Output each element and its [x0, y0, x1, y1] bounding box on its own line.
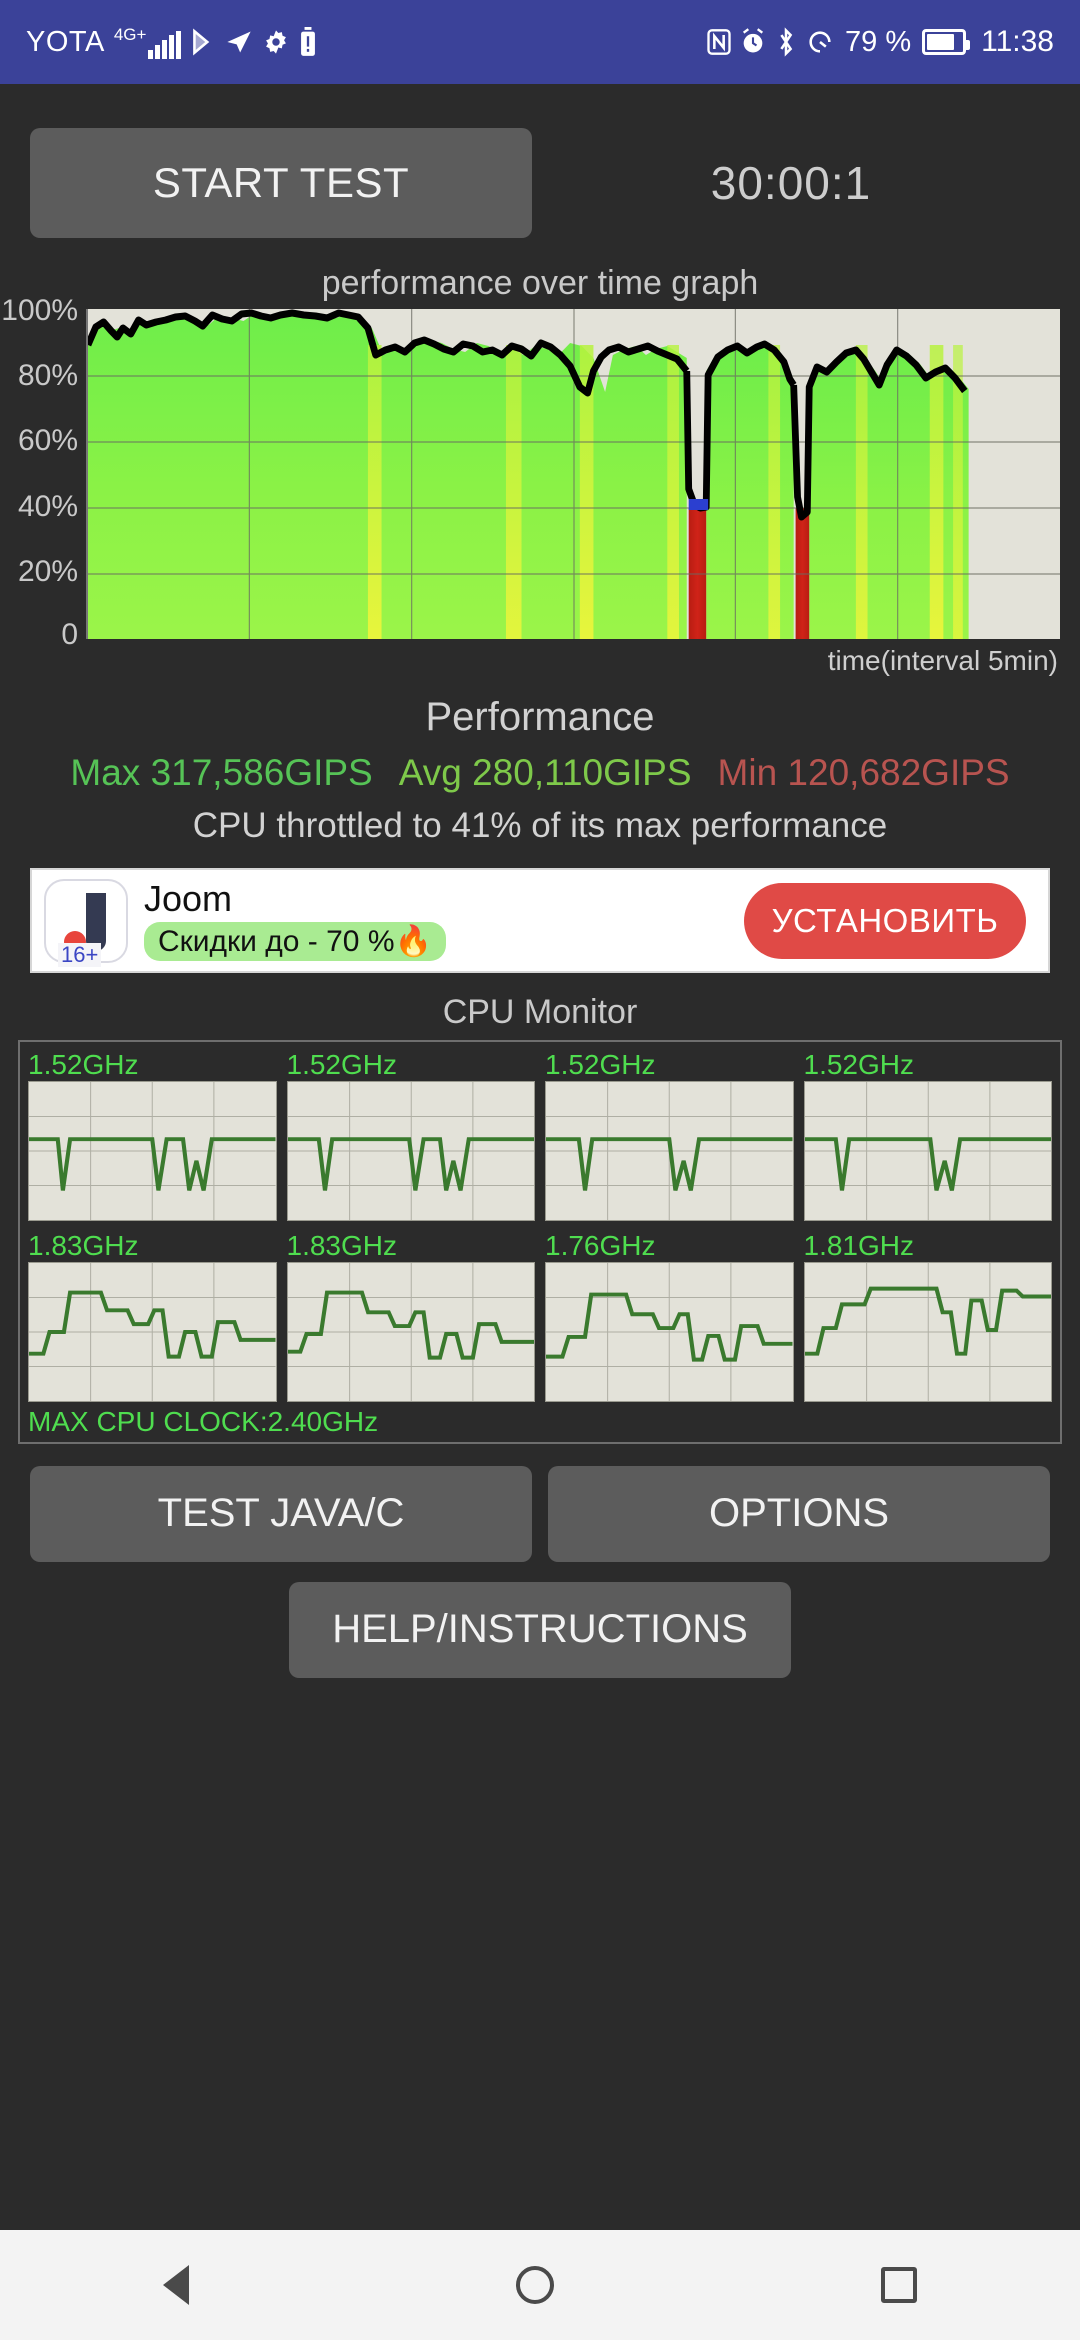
throttle-note: CPU throttled to 41% of its max performa… [192, 806, 888, 845]
cpu-core-plot [28, 1080, 277, 1221]
nfc-icon [707, 28, 731, 56]
cpu-core-plot [28, 1261, 277, 1402]
graph-plot-area [86, 309, 1060, 639]
carrier-label: YOTA [26, 25, 105, 58]
network-type-indicator: 4G+ [114, 26, 182, 59]
ad-banner[interactable]: 16+ Joom Скидки до - 70 %🔥 УСТАНОВИТЬ [30, 868, 1050, 973]
app-content: START TEST 30:00:1 performance over time… [0, 84, 1080, 1788]
options-button[interactable]: OPTIONS [548, 1465, 1050, 1562]
cpu-core-freq: 1.52GHz [803, 1049, 915, 1080]
cpu-core-7: 1.81GHz [803, 1229, 1052, 1402]
perf-max-label: Max 317,586GIPS [70, 752, 373, 793]
back-icon[interactable] [163, 2265, 190, 2305]
test-java-c-button[interactable]: TEST JAVA/C [30, 1465, 532, 1562]
bottom-button-row: TEST JAVA/C OPTIONS [0, 1465, 1080, 1562]
status-bar-left: YOTA 4G+ [26, 26, 317, 59]
ad-age-rating: 16+ [58, 942, 102, 967]
cpu-core-freq: 1.52GHz [545, 1049, 656, 1080]
ad-install-button[interactable]: УСТАНОВИТЬ [744, 882, 1026, 959]
data-saver-icon [806, 28, 834, 56]
cpu-core-freq: 1.52GHz [286, 1049, 398, 1080]
recent-apps-icon[interactable] [880, 2267, 917, 2303]
bluetooth-share-icon [190, 27, 216, 57]
cpu-core-grid-row1: 1.52GHz 1.52GHz 1.52GHz 1.52GHz [28, 1049, 1052, 1221]
cpu-core-freq: 1.52GHz [28, 1049, 139, 1080]
network-type-label: 4G+ [113, 24, 147, 44]
cpu-core-plot [286, 1261, 535, 1402]
gear-icon [262, 28, 290, 56]
cpu-core-3: 1.52GHz [803, 1049, 1052, 1221]
ad-promo-badge: Скидки до - 70 %🔥 [144, 921, 446, 961]
ad-text-block: Joom Скидки до - 70 %🔥 [144, 880, 744, 961]
graph-min-marker [688, 499, 709, 510]
cpu-core-plot [803, 1261, 1052, 1402]
help-button-row: HELP/INSTRUCTIONS [0, 1581, 1080, 1678]
perf-avg-label: Avg 280,110GIPS [398, 752, 692, 793]
system-navigation-bar [0, 2230, 1080, 2340]
y-tick-80: 80% [17, 359, 78, 392]
home-icon[interactable] [515, 2266, 554, 2304]
battery-icon [922, 29, 971, 55]
y-tick-0: 0 [61, 618, 78, 651]
cpu-core-1: 1.52GHz [286, 1049, 535, 1221]
graph-svg [88, 309, 1060, 639]
perf-min-label: Min 120,682GIPS [717, 752, 1010, 793]
battery-percent-label: 79 % [845, 25, 912, 58]
ad-app-name: Joom [144, 878, 233, 920]
alarm-icon [740, 28, 766, 56]
test-timer: 30:00:1 [710, 157, 872, 209]
y-tick-100: 100% [1, 294, 78, 327]
cpu-core-5: 1.83GHz [286, 1229, 535, 1402]
cpu-core-6: 1.76GHz [545, 1229, 794, 1402]
performance-graph: 100% 80% 60% 40% 20% 0 [0, 294, 1080, 651]
cpu-core-freq: 1.83GHz [28, 1229, 139, 1261]
cpu-core-4: 1.83GHz [28, 1229, 277, 1402]
y-tick-40: 40% [17, 490, 78, 523]
bluetooth-icon [775, 27, 797, 57]
performance-heading: Performance [425, 695, 655, 739]
cpu-core-freq: 1.83GHz [286, 1229, 398, 1261]
cpu-core-plot [803, 1080, 1052, 1221]
cpu-monitor-title: CPU Monitor [442, 993, 638, 1031]
location-arrow-icon [225, 28, 253, 56]
cpu-core-0: 1.52GHz [28, 1049, 277, 1221]
signal-bars-icon [148, 30, 182, 59]
y-tick-60: 60% [17, 424, 78, 457]
graph-y-axis: 100% 80% 60% 40% 20% 0 [0, 294, 86, 651]
cpu-core-plot [545, 1261, 794, 1402]
status-bar: YOTA 4G+ 79 % 11:38 [0, 0, 1080, 84]
cpu-core-plot [545, 1080, 794, 1221]
cpu-max-clock-label: MAX CPU CLOCK:2.40GHz [28, 1405, 379, 1437]
performance-stats: Max 317,586GIPS Avg 280,110GIPS Min 120,… [0, 752, 1080, 794]
cpu-core-plot [286, 1080, 535, 1221]
cpu-core-2: 1.52GHz [545, 1049, 794, 1221]
cpu-core-freq: 1.81GHz [803, 1229, 915, 1261]
y-tick-20: 20% [17, 555, 78, 588]
help-instructions-button[interactable]: HELP/INSTRUCTIONS [289, 1581, 791, 1678]
status-bar-right: 79 % 11:38 [707, 25, 1054, 59]
graph-title: performance over time graph [321, 264, 759, 302]
cpu-core-grid-row2: 1.83GHz 1.83GHz 1.76GHz 1.81GHz [28, 1229, 1052, 1402]
start-test-button[interactable]: START TEST [30, 128, 532, 238]
cpu-core-freq: 1.76GHz [545, 1229, 656, 1261]
clock-label: 11:38 [981, 25, 1054, 58]
graph-x-axis-label: time(interval 5min) [827, 645, 1058, 676]
cpu-monitor-panel: 1.52GHz 1.52GHz 1.52GHz 1.52GHz 1.83GHz … [18, 1040, 1062, 1444]
top-control-row: START TEST 30:00:1 [0, 84, 1080, 238]
warning-battery-icon [299, 27, 317, 57]
